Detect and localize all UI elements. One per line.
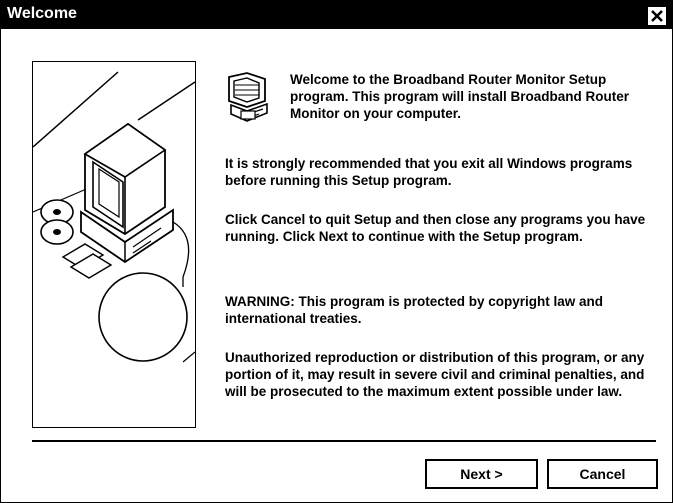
next-button[interactable]: Next > xyxy=(425,459,538,489)
close-button[interactable] xyxy=(648,7,666,25)
divider xyxy=(32,440,656,442)
window-title: Welcome xyxy=(7,5,77,22)
close-icon xyxy=(651,10,663,22)
title-bar[interactable]: Welcome xyxy=(1,1,672,29)
welcome-text: Welcome to the Broadband Router Monitor … xyxy=(290,72,630,121)
recommendation-text: It is strongly recommended that you exit… xyxy=(225,156,633,188)
setup-computer-icon xyxy=(225,71,273,123)
setup-welcome-dialog: Welcome Welcome to the Broadband Router … xyxy=(0,0,673,503)
warning-text: WARNING: This program is protected by co… xyxy=(225,294,604,326)
illustration-graphic xyxy=(32,71,196,363)
computer-illustration xyxy=(32,61,196,428)
instructions-text: Click Cancel to quit Setup and then clos… xyxy=(225,212,646,244)
cancel-button[interactable]: Cancel xyxy=(547,459,658,489)
legal-text: Unauthorized reproduction or distributio… xyxy=(225,350,645,399)
